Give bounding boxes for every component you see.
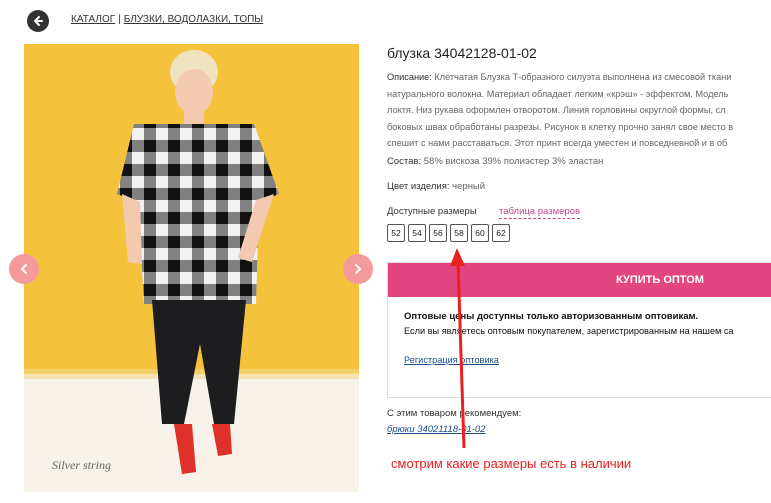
recommended-product-link[interactable]: брюки 34021118-01-02 [387,424,486,435]
product-title: блузка 34042128-01-02 [387,45,537,61]
buy-panel: КУПИТЬ ОПТОМ Оптовые цены доступны тольк… [387,262,771,398]
product-description: Описание: Клетчатая Блузка Т-образного с… [387,69,771,153]
size-selector: 52 54 56 58 60 62 [387,224,510,242]
description-label: Описание: [387,72,432,82]
next-photo-button[interactable] [343,254,373,284]
product-color: Цвет изделия: черный [387,181,485,192]
color-label: Цвет изделия: [387,181,450,192]
description-line: боковых швах обработаны разрезы. Рисунок… [387,121,734,132]
size-option-52[interactable]: 52 [387,224,405,242]
breadcrumb: КАТАЛОГ | БЛУЗКИ, ВОДОЛАЗКИ, ТОПЫ [71,14,263,25]
size-option-60[interactable]: 60 [471,224,489,242]
recommend-label: С этим товаром рекомендуем: [387,408,522,419]
size-option-54[interactable]: 54 [408,224,426,242]
description-line: локтя. Низ рукава оформлен отворотом. Ли… [387,105,726,116]
composition-value: 58% вискоза 39% полиэстер 3% эластан [423,156,604,167]
description-line: спешит с нами расставаться. Этот принт в… [387,138,728,149]
breadcrumb-category-link[interactable]: БЛУЗКИ, ВОДОЛАЗКИ, ТОПЫ [124,14,263,25]
wholesale-notice-title: Оптовые цены доступны только авторизован… [404,311,699,322]
composition-label: Состав: [387,156,422,167]
register-wholesaler-link[interactable]: Регистрация оптовика [404,355,499,365]
breadcrumb-separator: | [118,14,121,25]
wholesale-notice-text: Если вы являетесь оптовым покупателем, з… [404,326,734,336]
buy-wholesale-button[interactable]: КУПИТЬ ОПТОМ [388,263,771,297]
arrow-left-icon [34,16,43,26]
product-image: Silver string [24,44,359,492]
size-option-56[interactable]: 56 [429,224,447,242]
color-value: черный [452,181,486,192]
size-table-link[interactable]: таблица размеров [499,206,581,219]
description-line: Клетчатая Блузка Т-образного силуэта вып… [434,72,732,82]
product-composition: Состав: 58% вискоза 39% полиэстер 3% эла… [387,156,603,167]
product-photo[interactable]: Silver string [24,44,359,492]
chevron-left-icon [20,264,27,274]
photo-watermark: Silver string [52,458,111,472]
breadcrumb-catalog-link[interactable]: КАТАЛОГ [71,14,115,25]
description-line: натурального волокна. Материал обладает … [387,88,729,99]
annotation-text: смотрим какие размеры есть в наличии [391,456,632,471]
size-option-62[interactable]: 62 [492,224,510,242]
size-option-58[interactable]: 58 [450,224,468,242]
back-button[interactable] [27,10,49,32]
chevron-right-icon [355,264,362,274]
sizes-label: Доступные размеры [387,206,477,217]
buy-wholesale-label: КУПИТЬ ОПТОМ [616,274,704,286]
prev-photo-button[interactable] [9,254,39,284]
